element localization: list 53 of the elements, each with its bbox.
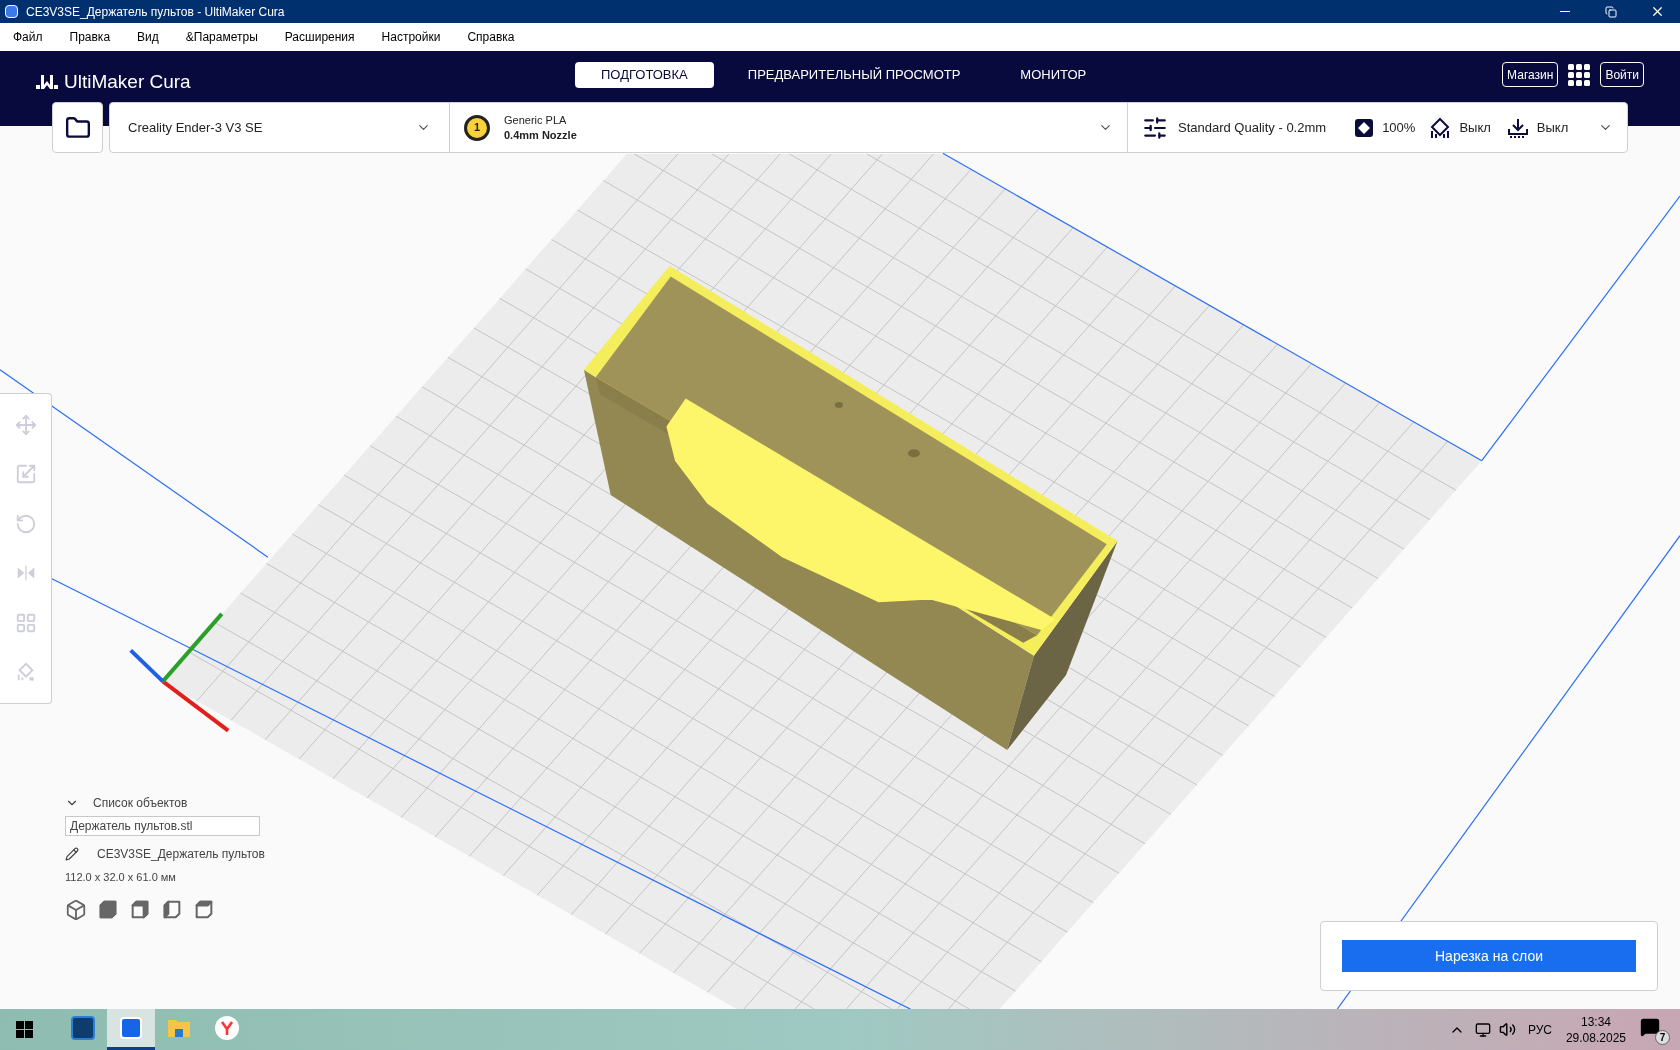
rotate-icon	[14, 512, 37, 535]
nav-tab[interactable]: ПРЕДВАРИТЕЛЬНЫЙ ПРОСМОТР	[721, 62, 987, 88]
app-icon	[5, 5, 18, 18]
view-button[interactable]	[193, 899, 215, 921]
apps-grid-icon[interactable]	[1568, 63, 1591, 86]
menu-item[interactable]: Вид	[129, 28, 167, 46]
restore-icon	[1605, 5, 1617, 18]
network-icon[interactable]	[1474, 1021, 1491, 1038]
open-file-button[interactable]	[52, 102, 103, 153]
menu-item[interactable]: Файл	[5, 28, 51, 46]
app-logo-text: UltiMaker Cura	[64, 70, 191, 94]
front-view-icon	[97, 899, 119, 921]
menu-item[interactable]: Расширения	[276, 28, 363, 46]
folder-icon	[167, 1017, 191, 1039]
object-list-toggle[interactable]: Список объектов	[65, 793, 305, 812]
window-title: CE3V3SE_Держатель пультов - UltiMaker Cura	[26, 3, 285, 21]
volume-icon[interactable]	[1498, 1021, 1516, 1038]
view-button[interactable]	[65, 899, 87, 921]
clock-date[interactable]: 29.08.2025	[1565, 1029, 1626, 1046]
view-button[interactable]	[97, 899, 119, 921]
marketplace-button[interactable]: Магазин	[1502, 62, 1559, 87]
folder-icon	[64, 114, 91, 141]
clock-time[interactable]: 13:34	[1580, 1013, 1611, 1030]
grid-icon	[14, 611, 37, 634]
slice-button[interactable]: Нарезка на слои	[1342, 940, 1636, 972]
nav-tab[interactable]: ПОДГОТОВКА	[575, 62, 714, 88]
view-button[interactable]	[129, 899, 151, 921]
notification-icon[interactable]	[1640, 1016, 1660, 1037]
menu-item[interactable]: Справка	[459, 28, 523, 46]
move-icon	[14, 413, 37, 436]
pencil-icon[interactable]	[65, 846, 79, 861]
taskbar-app-button[interactable]	[107, 1009, 155, 1050]
cube-icon	[65, 899, 87, 921]
model-dimensions: 112.0 x 32.0 x 61.0 мм	[65, 869, 177, 885]
menu-item[interactable]: &Параметры	[177, 28, 266, 46]
notification-count: 7	[1655, 1029, 1670, 1045]
nav-tab[interactable]: МОНИТОР	[994, 62, 1113, 88]
right-view-icon	[193, 899, 215, 921]
language-indicator[interactable]: РУС	[1527, 1020, 1552, 1039]
minimize-icon	[1560, 11, 1570, 12]
browser-icon	[215, 1016, 239, 1040]
start-icon[interactable]	[16, 1021, 33, 1038]
left-view-icon	[161, 899, 183, 921]
view-button[interactable]	[161, 899, 183, 921]
job-name: CE3V3SE_Держатель пультов	[97, 845, 265, 863]
logo-icon	[36, 75, 58, 90]
scale-icon	[14, 463, 37, 486]
app-icon	[120, 1017, 142, 1039]
sign-in-button[interactable]: Войти	[1600, 62, 1644, 87]
top-view-icon	[129, 899, 151, 921]
menu-item[interactable]: Правка	[61, 28, 119, 46]
menu-item[interactable]: Настройки	[373, 28, 449, 46]
object-list-item[interactable]: Держатель пультов.stl	[70, 816, 193, 835]
